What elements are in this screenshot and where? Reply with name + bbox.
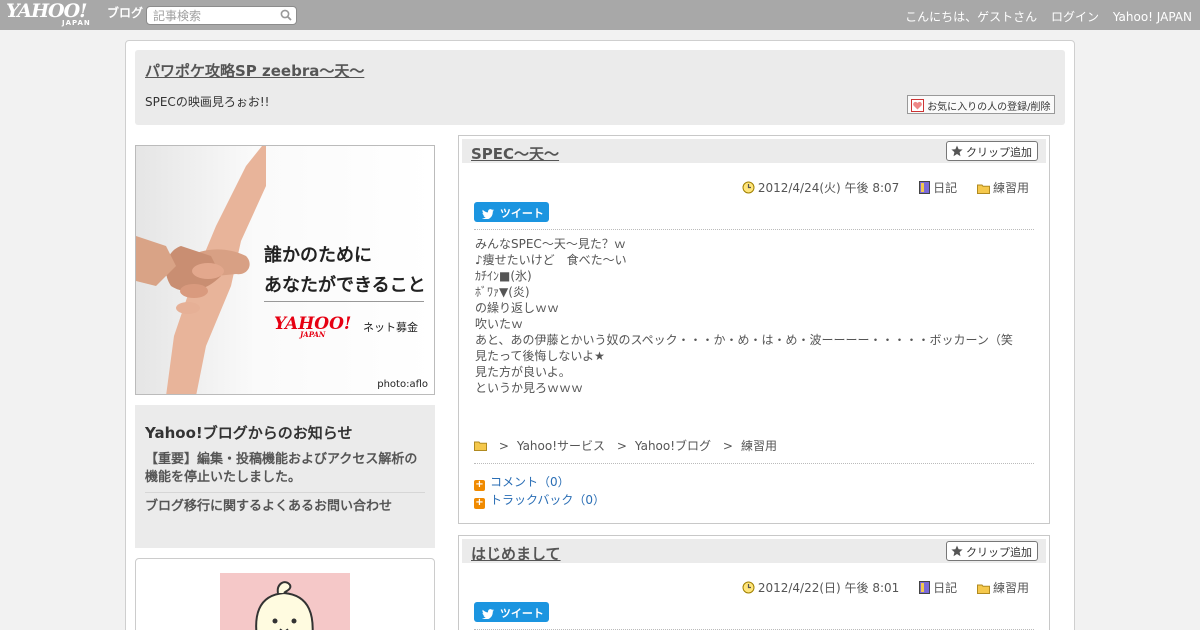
comments-link[interactable]: コメント（0）	[490, 475, 570, 489]
breadcrumb-separator: >	[498, 439, 509, 453]
folder-icon	[976, 583, 990, 597]
plus-icon: +	[474, 497, 485, 509]
mascot-icon	[255, 581, 314, 630]
breadcrumb-link[interactable]: Yahoo!サービス	[517, 439, 605, 453]
ad-copy-line2: あなたができること	[264, 275, 426, 296]
breadcrumb-link[interactable]: 練習用	[741, 439, 777, 453]
global-header: YAHOO! JAPAN ブログ こんにちは、ゲストさん ログイン Yahoo!…	[0, 0, 1200, 30]
body-line: ♪痩せたいけど 食べた～い	[475, 253, 627, 267]
clip-add-button[interactable]: クリップ追加	[945, 141, 1038, 161]
ad-service-label: ネット募金	[363, 321, 418, 334]
article-title[interactable]: SPEC～天～	[471, 143, 559, 164]
user-nav: こんにちは、ゲストさん ログイン Yahoo! JAPAN	[895, 8, 1192, 25]
breadcrumb-link[interactable]: Yahoo!ブログ	[635, 439, 711, 453]
notice-link[interactable]: 【重要】編集・投稿機能およびアクセス解析の機能を停止いたしました。	[145, 451, 425, 493]
twitter-bird-icon	[482, 209, 494, 220]
article-title[interactable]: はじめまして	[471, 543, 561, 564]
body-line: 見た方が良いよ。	[475, 365, 571, 379]
blog-description: SPECの映画見ろぉお!!	[145, 95, 270, 109]
article-meta: 2012/4/22(日) 午後 8:01 日記 練習用	[742, 579, 1029, 597]
blog-notice: Yahoo!ブログからのお知らせ 【重要】編集・投稿機能およびアクセス解析の機能…	[135, 405, 435, 548]
breadcrumb: > Yahoo!サービス > Yahoo!ブログ > 練習用	[474, 437, 777, 454]
body-line: というか見ろｗｗｗ	[475, 381, 584, 395]
article-folder[interactable]: 練習用	[993, 181, 1029, 195]
body-line: ｶﾁｲﾝ■(氷)	[475, 269, 532, 283]
blog-article: SPEC～天～ クリップ追加 2012/4/24(火) 午後 8:07 日記 練…	[458, 135, 1050, 524]
tweet-button[interactable]: ツイート	[474, 602, 549, 622]
photo-credit: photo:aflo	[377, 379, 428, 390]
logo-sub: JAPAN	[62, 19, 91, 27]
favorite-button-label: お気に入りの人の登録/削除	[927, 102, 1051, 113]
notice-link[interactable]: ブログ移行に関するよくあるお問い合わせ	[145, 498, 425, 516]
charity-ad[interactable]: 誰かのために あなたができること YAHOO! JAPAN ネット募金 phot…	[135, 145, 435, 395]
article-category[interactable]: 日記	[933, 581, 957, 595]
body-line: 見たって後悔しないよ★	[475, 349, 605, 363]
clip-label: クリップ追加	[966, 146, 1032, 159]
category-icon	[919, 181, 931, 197]
logo-blog: ブログ	[107, 6, 144, 20]
blog-title[interactable]: パワポケ攻略SP zeebra～天～	[145, 60, 364, 81]
body-line: の繰り返しｗｗ	[475, 301, 560, 315]
divider	[474, 463, 1034, 464]
plus-icon: +	[474, 479, 485, 491]
favorite-register-button[interactable]: お気に入りの人の登録/削除	[907, 95, 1055, 114]
heart-icon	[911, 99, 924, 112]
clock-icon	[742, 181, 755, 197]
character-image[interactable]	[220, 573, 350, 630]
tweet-button[interactable]: ツイート	[474, 202, 549, 222]
article-date[interactable]: 2012/4/24(火) 午後 8:07	[758, 181, 899, 195]
blog-article: はじめまして クリップ追加 2012/4/22(日) 午後 8:01 日記 練習…	[458, 535, 1050, 630]
notice-heading: Yahoo!ブログからのお知らせ	[145, 424, 353, 442]
ad-yahoo-logo: YAHOO! JAPAN	[274, 314, 351, 339]
clock-icon	[742, 581, 755, 597]
yahoo-logo[interactable]: YAHOO! JAPAN ブログ	[6, 0, 143, 28]
ad-copy-line1: 誰かのために	[264, 245, 372, 266]
breadcrumb-separator: >	[722, 439, 733, 453]
search-input[interactable]	[147, 7, 271, 24]
tweet-label: ツイート	[499, 207, 544, 220]
article-date[interactable]: 2012/4/22(日) 午後 8:01	[758, 581, 899, 595]
breadcrumb-separator: >	[616, 439, 627, 453]
twitter-bird-icon	[482, 609, 494, 620]
folder-icon	[976, 183, 990, 197]
logo-text: YAHOO!	[6, 0, 87, 22]
article-folder[interactable]: 練習用	[993, 581, 1029, 595]
handshake-image	[136, 146, 266, 394]
ad-copy: 誰かのために あなたができること	[264, 241, 426, 301]
clip-label: クリップ追加	[966, 546, 1032, 559]
article-header: はじめまして クリップ追加	[462, 539, 1046, 563]
article-meta: 2012/4/24(火) 午後 8:07 日記 練習用	[742, 179, 1029, 197]
blog-header: パワポケ攻略SP zeebra～天～ SPECの映画見ろぉお!! お気に入りの人…	[135, 50, 1065, 125]
article-body: みんなSPEC～天～見た？ｗ ♪痩せたいけど 食べた～い ｶﾁｲﾝ■(氷) ﾎﾞ…	[475, 236, 1013, 396]
trackbacks-link[interactable]: トラックバック（0）	[490, 493, 605, 507]
greeting-text: こんにちは、ゲストさん	[905, 10, 1038, 24]
article-feedback-links: + コメント（0） + トラックバック（0）	[474, 473, 605, 509]
body-line: 吹いたｗ	[475, 317, 524, 331]
ad-divider	[264, 301, 424, 302]
star-icon	[950, 545, 963, 557]
category-icon	[919, 581, 931, 597]
search-box	[146, 6, 297, 25]
yahoo-japan-link[interactable]: Yahoo! JAPAN	[1113, 10, 1192, 24]
body-line: ﾎﾞﾜｧ▼(炎)	[475, 285, 530, 299]
star-icon	[950, 145, 963, 157]
article-category[interactable]: 日記	[933, 181, 957, 195]
divider	[474, 229, 1034, 230]
body-line: みんなSPEC～天～見た？ｗ	[475, 237, 626, 251]
clip-add-button[interactable]: クリップ追加	[945, 541, 1038, 561]
body-line: あと、あの伊藤とかいう奴のスペック・・・か・め・は・め・波ーーーー・・・・・ボッ…	[475, 333, 1013, 347]
search-icon[interactable]	[280, 9, 292, 24]
profile-widget	[135, 558, 435, 630]
folder-icon	[474, 439, 487, 453]
article-header: SPEC～天～ クリップ追加	[462, 139, 1046, 163]
tweet-label: ツイート	[499, 607, 544, 620]
login-link[interactable]: ログイン	[1051, 10, 1099, 24]
